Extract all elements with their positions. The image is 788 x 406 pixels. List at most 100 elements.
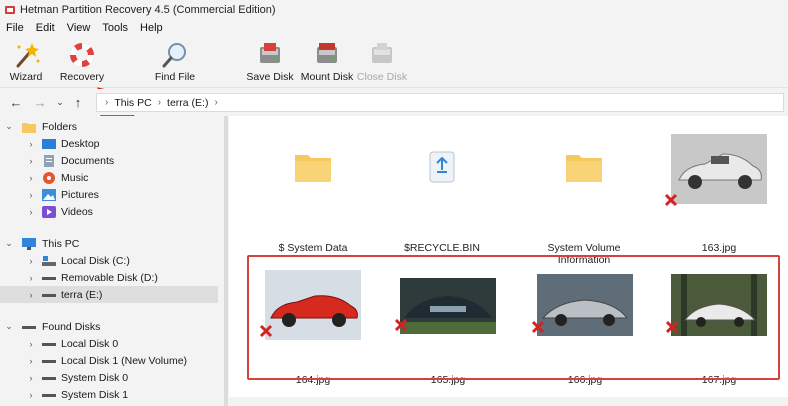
file-name: $RECYCLE.BIN <box>404 242 480 254</box>
expand-chevron-icon[interactable]: ⌄ <box>4 121 14 132</box>
car-thumbnail-icon <box>671 274 767 336</box>
documents-icon <box>44 154 54 167</box>
chevron-right-icon[interactable]: › <box>26 339 36 349</box>
file-name: 166.jpg <box>567 374 603 386</box>
tree-item-local-disk-1[interactable]: › Local Disk 1 (New Volume) <box>0 352 218 369</box>
mount-disk-button[interactable]: Mount Disk <box>298 39 356 87</box>
chevron-right-icon[interactable]: › <box>26 156 36 166</box>
deleted-mark-icon <box>259 324 273 338</box>
magnifier-icon <box>162 43 186 68</box>
drive-icon <box>42 276 56 280</box>
close-disk-button[interactable]: Close Disk <box>356 39 408 87</box>
chevron-right-icon[interactable]: › <box>26 190 36 200</box>
breadcrumb-this-pc[interactable]: This PC <box>114 97 151 109</box>
drive-icon <box>42 342 56 346</box>
tree-item-terra-e[interactable]: › terra (E:) <box>0 286 218 303</box>
chevron-right-icon[interactable]: › <box>26 373 36 383</box>
deleted-mark-icon <box>665 320 679 334</box>
folder-icon <box>22 122 36 133</box>
file-tile[interactable]: $RECYCLE.BIN <box>382 134 502 254</box>
expand-chevron-icon[interactable]: ⌄ <box>4 238 14 249</box>
tree-item-documents[interactable]: › Documents <box>0 152 218 169</box>
drive-icon <box>22 325 36 329</box>
file-tile[interactable]: 163.jpg <box>659 134 779 254</box>
tree-item-found-disks[interactable]: ⌄ Found Disks <box>0 318 218 335</box>
file-name: $ System Data <box>278 242 348 254</box>
chevron-right-icon[interactable]: › <box>26 207 36 217</box>
chevron-right-icon[interactable]: › <box>26 139 36 149</box>
file-name: 163.jpg <box>701 242 737 254</box>
toolbar: Wizard Recovery Find File Save Disk Moun… <box>0 37 788 88</box>
tree-item-system-disk-1[interactable]: › System Disk 1 <box>0 386 218 403</box>
chevron-right-icon[interactable]: › <box>26 290 36 300</box>
chevron-right-icon[interactable]: › <box>26 390 36 400</box>
tree-label: terra (E:) <box>61 288 103 301</box>
expand-chevron-icon[interactable]: ⌄ <box>4 321 14 332</box>
tree-item-desktop[interactable]: › Desktop <box>0 135 218 152</box>
file-tile[interactable]: 165.jpg <box>388 266 508 386</box>
file-view: $ System Data $RECYCLE.BIN System Volume… <box>229 116 788 406</box>
deleted-mark-icon <box>531 320 545 334</box>
save-disk-button[interactable]: Save Disk <box>244 39 296 87</box>
tree-label: Music <box>61 171 89 184</box>
pictures-icon <box>42 188 56 201</box>
mount-disk-icon <box>317 43 337 63</box>
tree-item-removable-disk-d[interactable]: › Removable Disk (D:) <box>0 269 218 286</box>
close-disk-icon <box>372 43 392 63</box>
computer-icon <box>22 237 36 250</box>
videos-icon <box>42 205 56 218</box>
tree-label: Found Disks <box>42 320 101 333</box>
navigation-bar: ← → ⌄ ↑ › This PC › terra (E:) › <box>0 89 788 115</box>
tree-label: Videos <box>61 205 93 218</box>
chevron-right-icon[interactable]: › <box>26 273 36 283</box>
menu-help[interactable]: Help <box>134 22 169 34</box>
forward-arrow-icon[interactable]: → <box>32 94 48 110</box>
horizontal-scrollbar[interactable] <box>229 397 788 406</box>
tree-label: Local Disk (C:) <box>61 254 130 267</box>
mount-disk-label: Mount Disk <box>300 71 354 83</box>
tree-item-music[interactable]: › Music <box>0 169 218 186</box>
file-tile[interactable]: 164.jpg <box>253 266 373 386</box>
recovery-button[interactable]: Recovery <box>58 39 106 87</box>
back-arrow-icon[interactable]: ← <box>8 94 24 110</box>
tree-item-local-disk-0[interactable]: › Local Disk 0 <box>0 335 218 352</box>
car-thumbnail-icon <box>537 274 633 336</box>
system-drive-icon <box>42 255 56 266</box>
menu-file[interactable]: File <box>0 22 30 34</box>
breadcrumb-terra[interactable]: terra (E:) <box>167 97 208 109</box>
tree-item-system-disk-0[interactable]: › System Disk 0 <box>0 369 218 386</box>
file-name: 164.jpg <box>295 374 331 386</box>
address-bar[interactable]: › This PC › terra (E:) › <box>96 93 784 112</box>
save-disk-icon <box>260 43 280 63</box>
wizard-button[interactable]: Wizard <box>6 39 46 87</box>
menu-tools[interactable]: Tools <box>96 22 134 34</box>
chevron-right-icon[interactable]: › <box>26 173 36 183</box>
pane-splitter[interactable] <box>224 116 228 406</box>
recovery-label: Recovery <box>59 71 105 83</box>
file-name: 165.jpg <box>430 374 466 386</box>
file-tile[interactable]: $ System Data <box>253 134 373 254</box>
file-tile[interactable]: 166.jpg <box>525 266 645 386</box>
up-arrow-icon[interactable]: ↑ <box>70 94 86 110</box>
chevron-right-icon[interactable]: › <box>26 356 36 366</box>
folder-tree: ⌄ Folders › Desktop › Documents › Music … <box>0 116 222 406</box>
history-dropdown-icon[interactable]: ⌄ <box>52 94 68 110</box>
tree-item-pictures[interactable]: › Pictures <box>0 186 218 203</box>
drive-icon <box>42 376 56 380</box>
menu-view[interactable]: View <box>61 22 97 34</box>
tree-item-folders[interactable]: ⌄ Folders <box>0 118 218 135</box>
save-disk-label: Save Disk <box>246 71 294 83</box>
find-file-button[interactable]: Find File <box>150 39 200 87</box>
tree-item-this-pc[interactable]: ⌄ This PC <box>0 235 218 252</box>
file-tile[interactable]: 167.jpg <box>659 266 779 386</box>
tree-item-videos[interactable]: › Videos <box>0 203 218 220</box>
menu-edit[interactable]: Edit <box>30 22 61 34</box>
tree-label: Folders <box>42 120 78 133</box>
tree-item-local-disk-c[interactable]: › Local Disk (C:) <box>0 252 218 269</box>
drive-icon <box>42 293 56 297</box>
find-file-label: Find File <box>154 71 196 83</box>
chevron-right-icon[interactable]: › <box>26 256 36 266</box>
music-icon <box>43 171 55 184</box>
file-tile[interactable]: System Volume Information <box>524 134 644 266</box>
folder-icon <box>566 155 602 182</box>
